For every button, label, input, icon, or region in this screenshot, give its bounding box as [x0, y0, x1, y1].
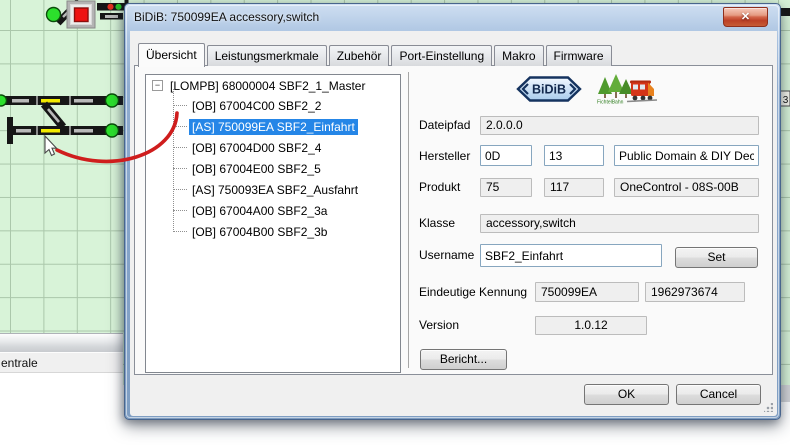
panel-caption-tab[interactable]: entrale: [0, 352, 123, 373]
tree-node[interactable]: [OB] 67004D00 SBF2_4: [146, 137, 400, 158]
tree-node-label: [AS] 750099EA SBF2_Einfahrt: [189, 119, 358, 135]
hersteller-name-input[interactable]: [614, 145, 759, 166]
track-fragment-right: [781, 8, 790, 16]
klasse-label: Klasse: [419, 214, 455, 233]
tree-connector-line: [173, 89, 174, 232]
version-field: 1.0.12: [535, 316, 647, 335]
bericht-button[interactable]: Bericht...: [420, 349, 507, 370]
tree-node-label: [LOMPB] 68000004 SBF2_1_Master: [167, 78, 368, 94]
dateipfad-label: Dateipfad: [419, 116, 470, 135]
hersteller-dec-input[interactable]: [544, 145, 604, 166]
tab-port-einstellung[interactable]: Port-Einstellung: [391, 45, 492, 66]
fichtelbahn-logo: FichtelBahn: [592, 72, 658, 106]
produkt-hex-field: 75: [480, 178, 532, 197]
tab-makro[interactable]: Makro: [494, 45, 543, 66]
device-tree[interactable]: − [LOMPB] 68000004 SBF2_1_Master [OB] 67…: [145, 74, 401, 373]
occupancy-indicator[interactable]: [0, 95, 7, 106]
kennung-serial-field: 1962973674: [645, 282, 745, 302]
hersteller-hex-input[interactable]: [480, 145, 532, 166]
dialog-title: BiDiB: 750099EA accessory,switch: [134, 10, 319, 24]
cancel-button[interactable]: Cancel: [676, 384, 761, 405]
window-edge: [781, 385, 790, 402]
produkt-label: Produkt: [419, 178, 460, 197]
tree-node-label: [AS] 750093EA SBF2_Ausfahrt: [189, 182, 361, 198]
occupancy-indicator[interactable]: [106, 124, 119, 137]
tree-node-label: [OB] 67004C00 SBF2_2: [189, 98, 324, 114]
horizontal-scrollbar[interactable]: [0, 333, 123, 352]
svg-text:3: 3: [783, 95, 789, 106]
ok-button[interactable]: OK: [584, 384, 669, 405]
close-button[interactable]: ✕: [723, 7, 768, 27]
produkt-dec-field: 117: [544, 178, 604, 197]
svg-text:BiDiB: BiDiB: [532, 83, 566, 97]
dialog-client-area: Übersicht Leistungsmerkmale Zubehör Port…: [130, 31, 777, 416]
close-icon: ✕: [741, 11, 750, 23]
tree-node[interactable]: [OB] 67004A00 SBF2_3a: [146, 200, 400, 221]
tree-node[interactable]: [OB] 67004B00 SBF2_3b: [146, 221, 400, 242]
svg-text:FichtelBahn: FichtelBahn: [597, 100, 624, 106]
panel-separator: [408, 72, 409, 368]
kennung-label: Eindeutige Kennung: [419, 283, 527, 302]
tab-page-uebersicht: − [LOMPB] 68000004 SBF2_1_Master [OB] 67…: [134, 65, 773, 375]
occupancy-indicator[interactable]: [106, 94, 119, 107]
tree-node-label: [OB] 67004D00 SBF2_4: [189, 140, 324, 156]
tree-node[interactable]: [AS] 750093EA SBF2_Ausfahrt: [146, 179, 400, 200]
tab-strip: Übersicht Leistungsmerkmale Zubehör Port…: [138, 42, 614, 66]
tab-leistungsmerkmale[interactable]: Leistungsmerkmale: [207, 45, 327, 66]
bidib-logo: BiDiB: [515, 75, 583, 103]
title-bar[interactable]: BiDiB: 750099EA accessory,switch: [125, 4, 720, 30]
set-button[interactable]: Set: [675, 247, 758, 268]
tree-node-label: [OB] 67004A00 SBF2_3a: [189, 203, 330, 219]
tab-firmware[interactable]: Firmware: [546, 45, 612, 66]
track-row-upper[interactable]: [0, 96, 123, 105]
tree-node[interactable]: [OB] 67004E00 SBF2_5: [146, 158, 400, 179]
tab-uebersicht[interactable]: Übersicht: [138, 43, 205, 67]
tree-node-master[interactable]: − [LOMPB] 68000004 SBF2_1_Master: [146, 76, 400, 95]
panel-caption-label: entrale: [1, 356, 38, 370]
dateipfad-field: 2.0.0.0: [480, 116, 759, 135]
hersteller-label: Hersteller: [419, 147, 470, 166]
occupied-track-segment[interactable]: [41, 99, 60, 103]
occupancy-indicator[interactable]: [47, 8, 61, 22]
tab-zubehoer[interactable]: Zubehör: [329, 45, 390, 66]
kennung-uid-field: 750099EA: [535, 282, 639, 302]
tree-node-label: [OB] 67004E00 SBF2_5: [189, 161, 324, 177]
resize-grip[interactable]: [764, 403, 773, 412]
app-background: [0, 373, 123, 445]
tree-node[interactable]: [OB] 67004C00 SBF2_2: [146, 95, 400, 116]
username-label: Username: [419, 246, 474, 265]
version-label: Version: [419, 316, 459, 335]
occupied-track-segment[interactable]: [41, 129, 60, 133]
klasse-field: accessory,switch: [480, 214, 759, 233]
tree-node-label: [OB] 67004B00 SBF2_3b: [189, 224, 330, 240]
produkt-name-field: OneControl - 08S-00B: [614, 178, 759, 197]
turnout-diagonal[interactable]: [44, 104, 63, 127]
tree-expander-icon[interactable]: −: [152, 80, 163, 91]
username-input[interactable]: [480, 244, 662, 267]
bidib-properties-dialog: BiDiB: 750099EA accessory,switch ✕ Übers…: [124, 3, 781, 420]
tree-node-selected[interactable]: [AS] 750099EA SBF2_Einfahrt: [146, 116, 400, 137]
stop-button[interactable]: [67, 1, 95, 28]
ruler-label-box: 3: [781, 91, 790, 106]
